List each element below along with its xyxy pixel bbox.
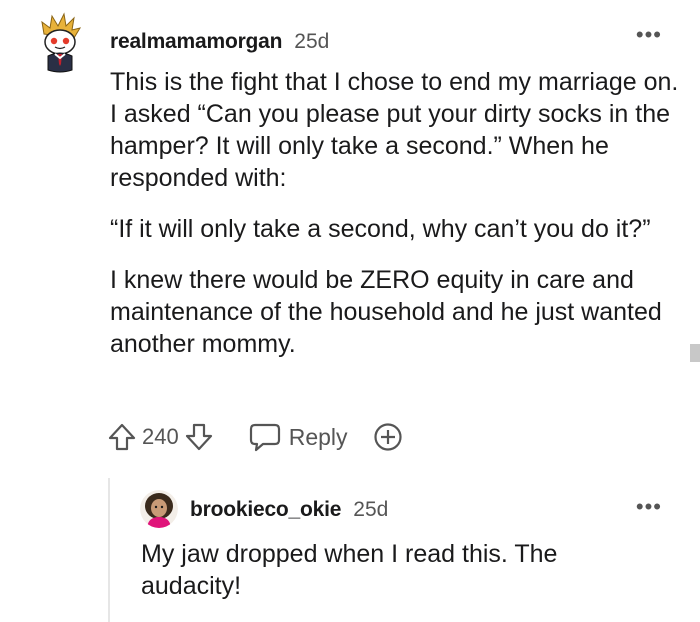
- speech-bubble-icon: [249, 423, 280, 452]
- more-options-icon[interactable]: •••: [636, 24, 662, 46]
- avatar[interactable]: [38, 12, 82, 74]
- timestamp[interactable]: 25d: [294, 30, 329, 54]
- more-options-icon[interactable]: •••: [636, 496, 662, 518]
- comment-meta: realmamamorgan 25d: [110, 30, 329, 54]
- scrollbar-thumb[interactable]: [690, 344, 700, 362]
- comment-paragraph: This is the fight that I chose to end my…: [110, 68, 679, 192]
- comment-paragraph: I knew there would be ZERO equity in car…: [110, 266, 662, 358]
- main-comment: realmamamorgan 25d ••• This is the fight…: [0, 0, 700, 480]
- comment-paragraph: “If it will only take a second, why can’…: [110, 215, 651, 243]
- reply-body: My jaw dropped when I read this. The aud…: [141, 538, 661, 621]
- award-button[interactable]: [372, 421, 404, 453]
- comment-action-bar: 240 Reply: [106, 420, 404, 454]
- reply-button[interactable]: Reply: [249, 422, 348, 452]
- reply-text: My jaw dropped when I read this. The aud…: [141, 540, 558, 600]
- vote-controls: 240: [106, 421, 215, 453]
- reply-timestamp[interactable]: 25d: [353, 498, 388, 522]
- vote-score: 240: [142, 424, 179, 449]
- thread-line[interactable]: [108, 478, 110, 622]
- username[interactable]: realmamamorgan: [110, 30, 282, 54]
- upvote-arrow-icon[interactable]: [106, 421, 138, 453]
- reply-username[interactable]: brookieco_okie: [190, 498, 341, 522]
- downvote-arrow-icon[interactable]: [183, 421, 215, 453]
- snoo-avatar-icon: [41, 12, 82, 73]
- reply-label: Reply: [288, 423, 348, 450]
- profile-avatar-icon: [140, 490, 178, 528]
- comment-body: This is the fight that I chose to end my…: [110, 66, 680, 379]
- avatar[interactable]: [140, 490, 178, 528]
- plus-circle-icon: [373, 423, 402, 451]
- reply-meta: brookieco_okie 25d: [190, 498, 388, 522]
